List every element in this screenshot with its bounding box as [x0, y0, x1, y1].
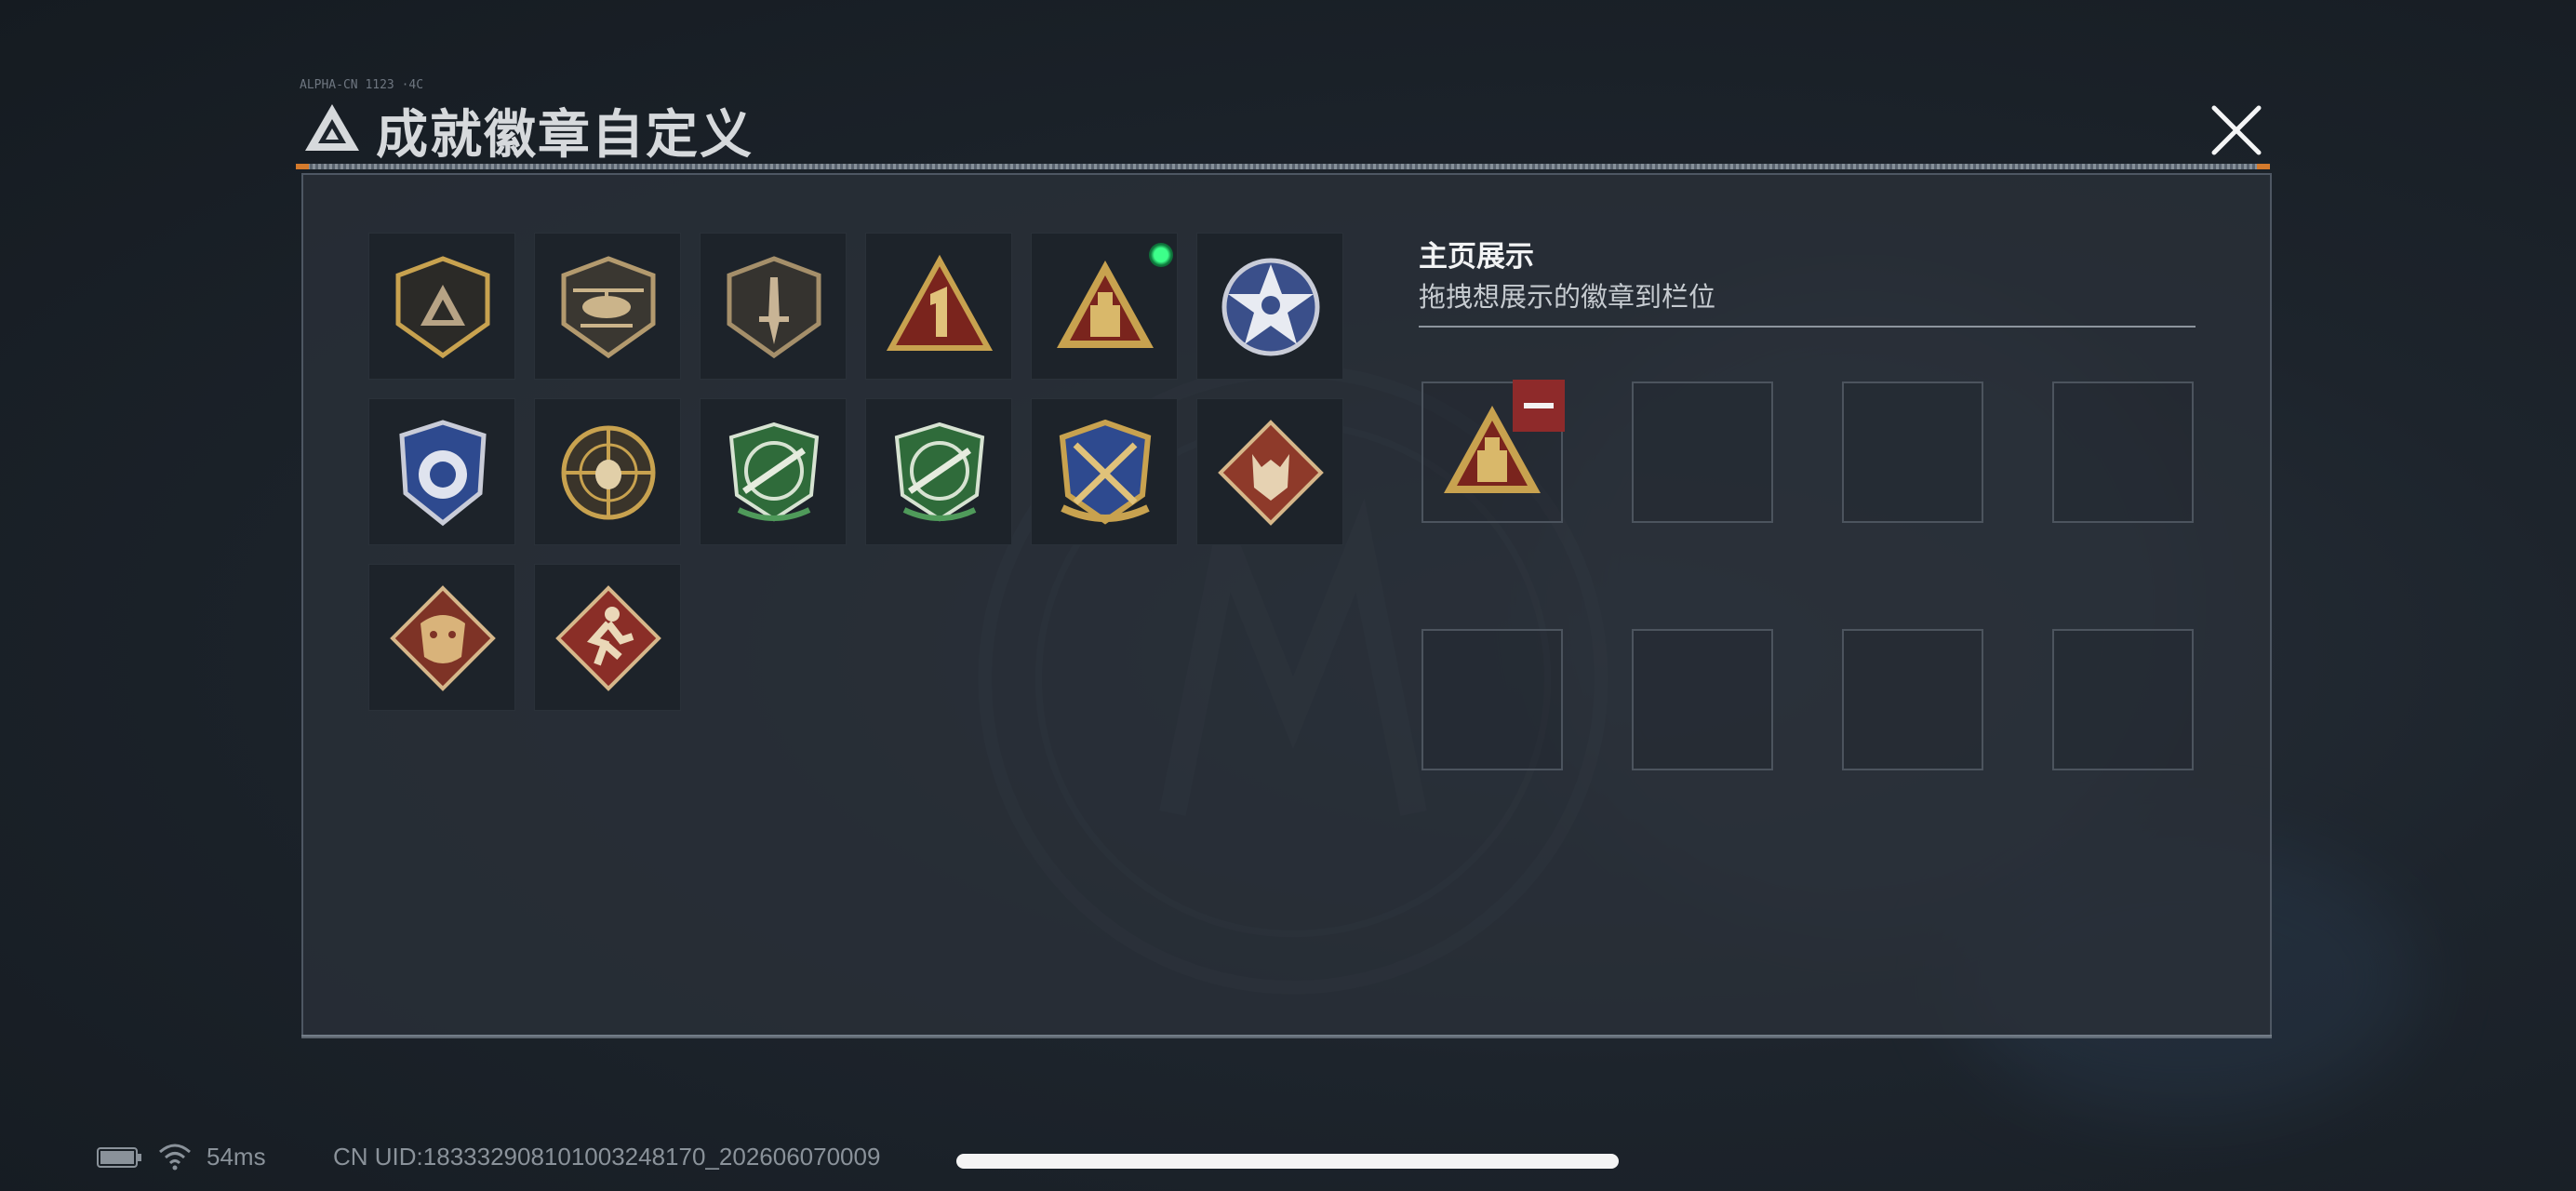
- remove-badge-button[interactable]: [1513, 380, 1565, 432]
- badge-number-one[interactable]: [865, 233, 1012, 380]
- badge-runner[interactable]: [534, 564, 681, 711]
- sniper-skull-icon: [561, 425, 656, 520]
- panel-bottom-line: [301, 1035, 2272, 1038]
- showcase-slot-empty[interactable]: [1632, 381, 1773, 523]
- badge-dragon[interactable]: [368, 564, 515, 711]
- badge-rifle-green-1[interactable]: [700, 398, 847, 545]
- title-tag: ALPHA-CN 1123 ·4C: [300, 78, 424, 92]
- wolf-diamond-icon: [1218, 420, 1324, 526]
- selected-indicator: [1149, 243, 1173, 267]
- rifle-green-icon: [728, 422, 820, 522]
- showcase-slot-empty[interactable]: [2052, 381, 2194, 523]
- close-button[interactable]: [2205, 99, 2268, 162]
- latency-readout: 54ms: [207, 1143, 266, 1171]
- badge-sniper-skull[interactable]: [534, 398, 681, 545]
- showcase-title: 主页展示: [1419, 240, 1534, 274]
- home-indicator[interactable]: [956, 1154, 1619, 1169]
- rifle-green-icon: [894, 422, 985, 522]
- showcase-divider: [1419, 326, 2196, 328]
- battery-icon: [97, 1147, 141, 1168]
- triangle-shield-icon: [395, 256, 490, 359]
- tower-triangle-icon: [1057, 261, 1154, 348]
- knife-shield-icon: [727, 256, 821, 359]
- badge-star-skull[interactable]: [1196, 233, 1343, 380]
- badge-crossed-rifles[interactable]: [1031, 398, 1178, 545]
- close-icon: [2211, 105, 2262, 155]
- star-skull-icon: [1221, 258, 1320, 356]
- badge-triangle-shield[interactable]: [368, 233, 515, 380]
- showcase-slot-empty[interactable]: [1842, 629, 1983, 770]
- showcase-subtitle: 拖拽想展示的徽章到栏位: [1419, 281, 1716, 313]
- badge-rifle-green-2[interactable]: [865, 398, 1012, 545]
- blue-crest-icon: [399, 420, 487, 527]
- showcase-slot-filled[interactable]: [1421, 380, 1565, 523]
- dragon-diamond-icon: [390, 585, 496, 691]
- badge-helicopter[interactable]: [534, 233, 681, 380]
- title-divider-accent: [296, 164, 309, 169]
- wifi-icon: [159, 1144, 191, 1171]
- badge-blue-crest[interactable]: [368, 398, 515, 545]
- triangle-logo-icon: [305, 104, 359, 151]
- uid-readout: CN UID:18333290810100324817​0_2026060700…: [333, 1143, 881, 1171]
- crossed-rifles-icon: [1059, 419, 1152, 525]
- title-divider: [296, 164, 2270, 169]
- showcase-slot-empty[interactable]: [1632, 629, 1773, 770]
- showcase-slot-empty[interactable]: [1842, 381, 1983, 523]
- page-title: 成就徽章自定义: [376, 105, 754, 166]
- number-one-triangle-icon: [886, 254, 994, 351]
- badge-knife[interactable]: [700, 233, 847, 380]
- title-divider-accent: [2257, 164, 2270, 169]
- badge-tower[interactable]: [1031, 233, 1178, 380]
- badge-wolf[interactable]: [1196, 398, 1343, 545]
- helicopter-shield-icon: [561, 256, 656, 359]
- showcase-slot-empty[interactable]: [1421, 629, 1563, 770]
- runner-diamond-icon: [555, 585, 661, 691]
- title-bar: ALPHA-CN 1123 ·4C 成就徽章自定义: [296, 78, 2270, 169]
- showcase-slot-empty[interactable]: [2052, 629, 2194, 770]
